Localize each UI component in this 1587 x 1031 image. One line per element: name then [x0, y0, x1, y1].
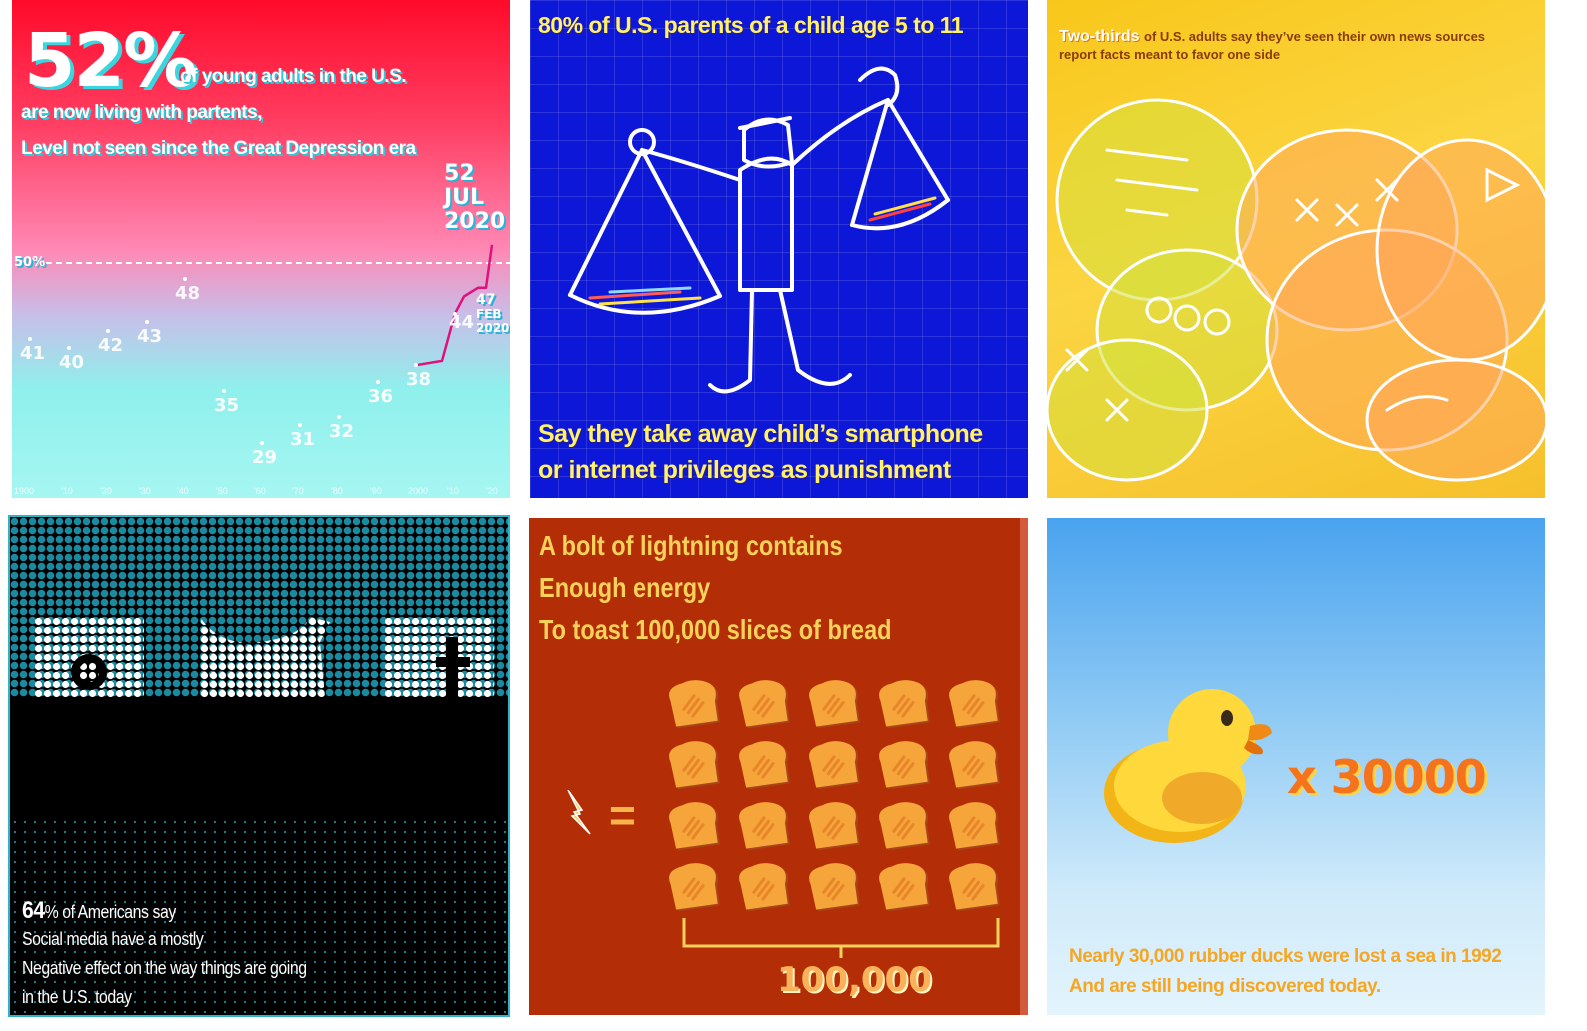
panel2-caption-line-2: or internet privileges as punishment [538, 456, 951, 484]
data-point [222, 389, 226, 393]
panel6-line-2: And are still being discovered today. [1069, 976, 1381, 997]
panel6-line-1: Nearly 30,000 rubber ducks were lost a s… [1069, 946, 1502, 967]
lightning-toast-panel: A bolt of lightning contains Enough ener… [529, 518, 1028, 1015]
equals-sign: = [609, 789, 636, 841]
x-tick-label: '50 [216, 486, 228, 496]
data-label: 42 [98, 334, 124, 356]
toast-icon [739, 802, 790, 850]
toast-icon [879, 863, 930, 911]
x-tick-label: '40 [177, 486, 189, 496]
panel4-percent: 64 [22, 897, 45, 924]
toast-icon [669, 680, 720, 728]
data-label: 48 [175, 283, 201, 305]
series-line [415, 244, 494, 367]
facebook-icon [384, 617, 494, 697]
trend-line-svg [415, 244, 494, 367]
data-point [260, 440, 264, 445]
news-bias-panel: Two-thirds of U.S. adults say they’ve se… [1047, 0, 1545, 498]
panel5-line-2: Enough energy [539, 572, 711, 603]
toast-icon [669, 802, 720, 850]
data-label: 38 [406, 369, 432, 391]
panel4-line-1: 64% of Americans say [22, 897, 176, 925]
toast-icon [949, 680, 1000, 728]
x-tick-label: '60 [254, 486, 266, 496]
total-label: 100,000 [777, 960, 932, 1000]
panel2-caption-line-1: Say they take away child’s smartphone [538, 420, 983, 448]
toast-icon [739, 680, 790, 728]
toast-icon [739, 863, 790, 911]
toast-icon [809, 802, 860, 850]
x-tick-label: '90 [370, 486, 382, 496]
data-label: 31 [290, 429, 316, 451]
toast-icon [809, 741, 860, 789]
panel4-line-3: Negative effect on the way things are go… [22, 958, 307, 978]
data-label: 36 [368, 386, 394, 408]
rubber-ducks-panel: x 30000 Nearly 30,000 rubber ducks were … [1047, 518, 1545, 1015]
twitter-icon [200, 617, 330, 697]
x-tick-label: '70 [292, 486, 304, 496]
data-label: 29 [252, 446, 278, 468]
toast-icon [879, 741, 930, 789]
data-point [106, 328, 110, 333]
panel5-line-3: To toast 100,000 slices of bread [539, 614, 892, 645]
instagram-icon [34, 617, 144, 697]
panel4-line-2: Social media have a mostly [22, 929, 204, 949]
x-tick-label: '10 [447, 486, 459, 496]
toast-icon [949, 802, 1000, 850]
data-label: 40 [59, 352, 85, 373]
x-tick-label: '10 [61, 486, 73, 496]
x-tick-label: '30 [139, 486, 151, 496]
young-adults-chart-panel: 52% of young adults in the U.S. are now … [12, 0, 510, 498]
data-label: 41 [20, 343, 46, 365]
panel4-line-1-rest: % of Americans say [44, 902, 177, 922]
toast-icon [879, 802, 930, 850]
social-media-panel: 64% of Americans say Social media have a… [8, 515, 510, 1017]
toast-icon [879, 680, 930, 728]
toast-icon [949, 863, 1000, 911]
data-label: 43 [137, 326, 163, 348]
data-label: 44 [449, 311, 475, 333]
data-label: 32 [329, 420, 355, 442]
lightning-icon [567, 790, 591, 835]
parents-punishment-panel: 80% of U.S. parents of a child age 5 to … [530, 0, 1028, 498]
toast-icon [669, 863, 720, 911]
toast-icon [809, 863, 860, 911]
toast-icon [669, 741, 720, 789]
rubber-duck-icon [1104, 689, 1272, 843]
panel5-edge [1020, 518, 1028, 1015]
x-tick-label: '20 [486, 486, 498, 496]
duck-multiplier: x 30000 [1287, 750, 1487, 804]
x-tick-label: '80 [331, 486, 343, 496]
toast-icon [809, 680, 860, 728]
speech-bubbles-illustration [1047, 98, 1545, 482]
toast-icon [739, 741, 790, 789]
total-bracket [682, 918, 1000, 958]
panel4-line-4: in the U.S. today [22, 987, 132, 1007]
data-point [337, 414, 341, 419]
x-tick-label: 2000 [408, 486, 429, 496]
data-label: 35 [214, 395, 240, 416]
x-tick-label: '20 [100, 486, 112, 496]
panel5-line-1: A bolt of lightning contains [539, 530, 843, 561]
toast-icon [949, 741, 1000, 789]
data-point [67, 346, 71, 350]
x-tick-label: 1900 [14, 486, 35, 496]
